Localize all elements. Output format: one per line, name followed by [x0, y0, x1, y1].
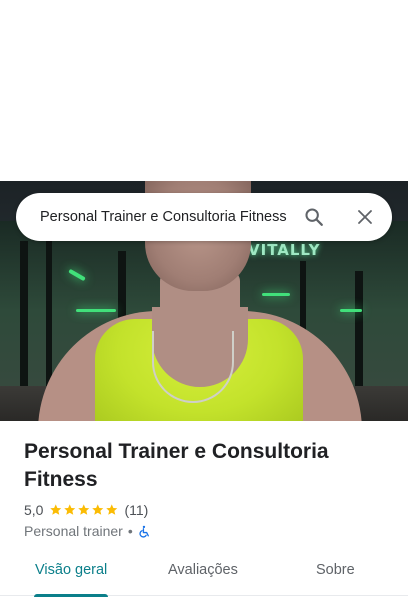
review-count-link[interactable]: (11): [124, 502, 148, 518]
gym-sign: VITALLY: [248, 241, 321, 259]
star-icon: [50, 504, 62, 515]
search-icon: [305, 208, 323, 226]
wheelchair-icon: [139, 525, 149, 538]
rack-beam: [20, 241, 28, 391]
category-row: Personal trainer •: [24, 522, 151, 540]
rack-beam: [355, 271, 363, 391]
place-info-panel: Personal Trainer e Consultoria Fitness 5…: [0, 421, 408, 602]
green-light: [76, 309, 116, 312]
place-tabs: Visão geral Avaliações Sobre: [0, 556, 408, 597]
tab-reviews[interactable]: Avaliações: [168, 562, 238, 586]
close-icon: [358, 210, 372, 224]
rating-value: 5,0: [24, 502, 44, 518]
search-button[interactable]: [298, 201, 330, 233]
active-tab-indicator: [34, 594, 108, 597]
green-light: [340, 309, 362, 312]
top-blank-area: [0, 0, 408, 181]
green-light: [262, 293, 290, 296]
separator-dot: •: [127, 523, 133, 539]
close-button[interactable]: [349, 201, 381, 233]
rating-stars: [49, 503, 118, 517]
star-icon: [78, 504, 90, 515]
search-bar[interactable]: Personal Trainer e Consultoria Fitness: [16, 193, 392, 241]
star-icon: [64, 504, 76, 515]
tab-overview[interactable]: Visão geral: [35, 562, 107, 586]
place-title: Personal Trainer e Consultoria Fitness: [24, 440, 329, 491]
star-icon: [105, 504, 117, 515]
rating-row[interactable]: 5,0 (11): [24, 501, 148, 519]
star-icon: [92, 504, 104, 515]
search-input[interactable]: Personal Trainer e Consultoria Fitness: [40, 207, 288, 227]
place-category: Personal trainer: [24, 523, 123, 539]
tab-about[interactable]: Sobre: [316, 562, 355, 586]
rack-beam: [46, 241, 52, 391]
